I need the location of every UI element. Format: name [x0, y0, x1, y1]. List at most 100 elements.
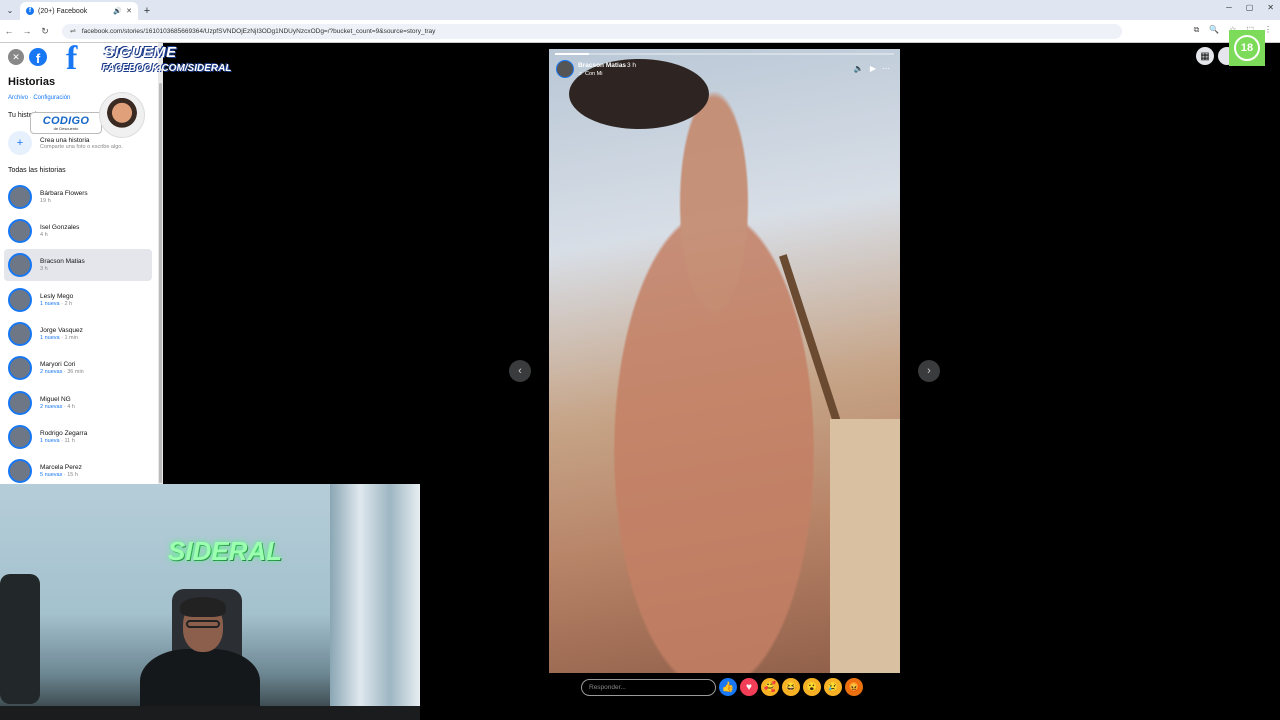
reply-input[interactable]: Responder...	[581, 679, 716, 696]
reload-icon[interactable]: ↻	[36, 26, 54, 37]
create-story-title: Crea una historia	[40, 136, 90, 144]
discount-code-subtitle: de Descuento	[53, 126, 79, 131]
follow-text: SIGUEME	[104, 44, 177, 61]
story-progress-bar	[555, 53, 894, 55]
scrollbar-thumb[interactable]	[159, 83, 162, 483]
story-meta: 3 h	[40, 266, 48, 272]
back-icon[interactable]: ←	[0, 26, 18, 36]
forward-icon[interactable]: →	[18, 26, 36, 36]
facebook-logo-icon: f	[66, 40, 78, 77]
story-author-name: Bracson Matias	[40, 258, 85, 265]
avatar	[8, 185, 32, 209]
browser-menu-icon[interactable]: ⋮	[1264, 25, 1272, 35]
story-meta: 1 nueva · 11 h	[40, 438, 75, 444]
story-item-bracson-matias[interactable]: Bracson Matias 3 h	[4, 249, 152, 281]
story-item-maryori-cori[interactable]: Maryori Cori 2 nuevas · 36 min	[4, 352, 152, 384]
tab-search-icon[interactable]: ⌄	[0, 0, 20, 20]
facebook-favicon-icon: f	[26, 7, 34, 15]
site-info-icon[interactable]: ⇌	[70, 27, 76, 35]
age-rating-badge: 18	[1229, 30, 1265, 66]
sad-reaction-icon[interactable]: 😢	[824, 678, 842, 696]
story-time: 3 h	[627, 62, 637, 69]
install-icon[interactable]: ⧉	[1194, 25, 1200, 35]
all-stories-label: Todas las historias	[8, 167, 66, 174]
story-meta: 4 h	[40, 232, 48, 238]
tab-close-icon[interactable]: ✕	[126, 7, 132, 15]
create-story-subtitle: Comparte una foto o escribe algo.	[40, 143, 123, 150]
wow-reaction-icon[interactable]: 😮	[803, 678, 821, 696]
sidebar-scrollbar[interactable]	[158, 43, 163, 484]
url-field[interactable]: ⇌ facebook.com/stories/1610103685669364/…	[62, 23, 1122, 39]
play-icon[interactable]: ▶	[870, 64, 876, 73]
audio-icon[interactable]: 🔊	[113, 7, 122, 15]
window-controls: ─ ▢ ✕	[1226, 3, 1274, 12]
story-photo-wall	[830, 419, 900, 673]
cartoon-avatar-icon	[99, 92, 145, 138]
minimize-icon[interactable]: ─	[1226, 3, 1232, 12]
menu-grid-icon[interactable]: ▦	[1196, 47, 1214, 65]
story-item-miguel-ng[interactable]: Miguel NG 2 nuevas · 4 h	[4, 387, 152, 419]
avatar	[8, 219, 32, 243]
story-author-name: Rodrigo Zegarra	[40, 430, 88, 437]
discount-code-overlay: CODIGO de Descuento	[30, 112, 102, 134]
story-author-name: Lesly Mego	[40, 293, 74, 300]
avatar	[8, 356, 32, 380]
webcam-overlay: SIDERAL	[0, 484, 420, 720]
story-item-barbara-flowers[interactable]: Bárbara Flowers 19 h	[4, 181, 152, 213]
story-song[interactable]: ♬ Con Mi	[578, 71, 602, 77]
haha-reaction-icon[interactable]: 😆	[782, 678, 800, 696]
care-reaction-icon[interactable]: 🥰	[761, 678, 779, 696]
new-tab-button[interactable]: +	[138, 2, 156, 20]
url-text: facebook.com/stories/1610103685669364/Uz…	[81, 27, 436, 35]
window-close-icon[interactable]: ✕	[1267, 3, 1274, 12]
maximize-icon[interactable]: ▢	[1246, 3, 1254, 12]
story-meta: 19 h	[40, 198, 51, 204]
more-options-icon[interactable]: ⋯	[882, 64, 890, 73]
avatar	[8, 288, 32, 312]
story-author-name: Marcela Perez	[40, 464, 82, 471]
follow-url-text: FACEBOOK.COM/SIDERAL	[102, 63, 232, 74]
avatar	[8, 253, 32, 277]
story-item-rodrigo-zegarra[interactable]: Rodrigo Zegarra 1 nueva · 11 h	[4, 421, 152, 453]
story-author-name: Maryori Cori	[40, 361, 76, 368]
facebook-logo-icon[interactable]: f	[29, 48, 47, 66]
story-media[interactable]	[549, 49, 900, 673]
like-reaction-icon[interactable]: 👍	[719, 678, 737, 696]
previous-story-button[interactable]: ‹	[509, 360, 531, 382]
story-header: Bracson Matias 3 h ♬ Con Mi 🔈 ▶ ⋯	[556, 60, 894, 82]
zoom-icon[interactable]: 🔍	[1209, 25, 1219, 35]
avatar[interactable]	[556, 60, 574, 78]
story-item-isel-gonzales[interactable]: Isel Gonzales 4 h	[4, 215, 152, 247]
reaction-bar: 👍 ♥ 🥰 😆 😮 😢 😡	[719, 678, 863, 696]
webcam-person-hair	[180, 597, 226, 617]
stories-heading: Historias	[8, 76, 56, 88]
plus-icon: +	[8, 131, 32, 155]
mute-icon[interactable]: 🔈	[854, 64, 864, 73]
create-story-button[interactable]: + Crea una historia Comparte una foto o …	[8, 131, 123, 155]
story-meta: 2 nuevas · 36 min	[40, 369, 84, 375]
story-item-jorge-vasquez[interactable]: Jorge Vasquez 1 nueva · 1 min	[4, 318, 152, 350]
avatar	[8, 425, 32, 449]
story-meta: 2 nuevas · 4 h	[40, 404, 75, 410]
story-author[interactable]: Bracson Matias	[578, 62, 626, 69]
tab-title: (20+) Facebook	[38, 7, 88, 15]
story-item-marcela-perez[interactable]: Marcela Perez 5 nuevas · 15 h	[4, 455, 152, 487]
angry-reaction-icon[interactable]: 😡	[845, 678, 863, 696]
story-author-name: Isel Gonzales	[40, 224, 80, 231]
browser-tab[interactable]: f (20+) Facebook 🔊 ✕	[20, 2, 138, 20]
webcam-left-chair	[0, 574, 40, 704]
story-meta: 1 nueva · 1 min	[40, 335, 78, 341]
story-meta: 5 nuevas · 15 h	[40, 472, 78, 478]
avatar	[8, 391, 32, 415]
love-reaction-icon[interactable]: ♥	[740, 678, 758, 696]
archive-settings-links[interactable]: Archivo · Configuración	[8, 95, 70, 101]
story-controls: 🔈 ▶ ⋯	[854, 64, 890, 73]
next-story-button[interactable]: ›	[918, 360, 940, 382]
follow-overlay: f SIGUEME FACEBOOK.COM/SIDERAL	[66, 40, 231, 80]
webcam-person-glasses	[186, 620, 220, 628]
story-meta: 1 nueva · 2 h	[40, 301, 73, 307]
story-item-lesly-mego[interactable]: Lesly Mego 1 nueva · 2 h	[4, 284, 152, 316]
close-stories-button[interactable]: ✕	[8, 49, 24, 65]
age-rating-text: 18	[1234, 35, 1260, 61]
webcam-curtain	[330, 484, 420, 720]
